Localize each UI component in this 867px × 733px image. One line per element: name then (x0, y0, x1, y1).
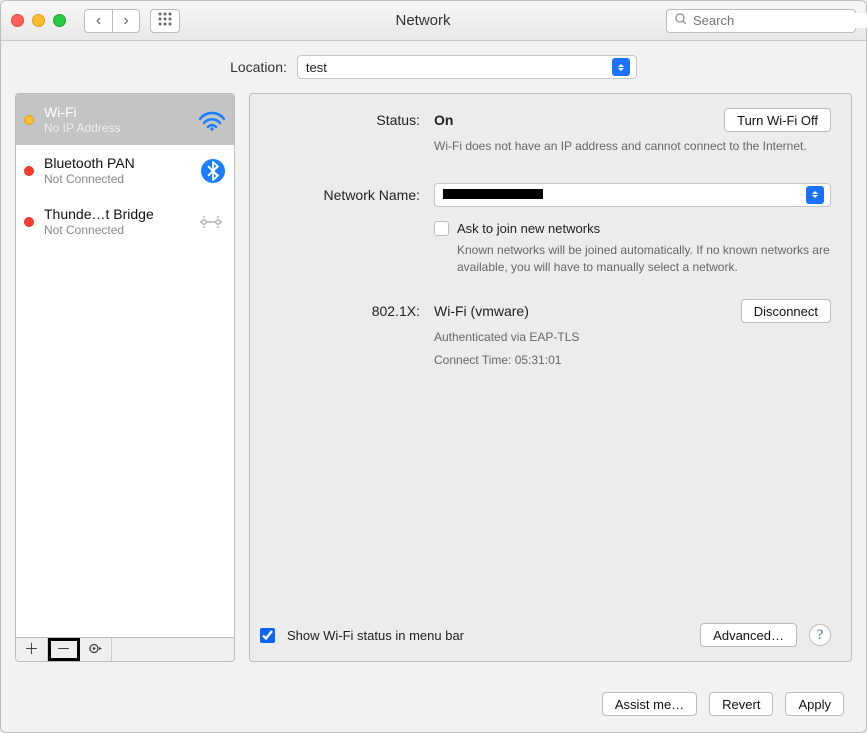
dot1x-value-group: Wi-Fi (vmware) Disconnect Authenticated … (434, 299, 831, 369)
service-texts: Wi-Fi No IP Address (44, 104, 188, 135)
advanced-button[interactable]: Advanced… (700, 623, 797, 647)
service-item-wifi[interactable]: Wi-Fi No IP Address (16, 94, 234, 145)
plus-icon: ＋ (24, 642, 39, 657)
search-input[interactable] (693, 13, 867, 28)
ask-to-join-label: Ask to join new networks (457, 221, 600, 236)
dot1x-row: 802.1X: Wi-Fi (vmware) Disconnect Authen… (260, 299, 831, 369)
status-dot (24, 166, 34, 176)
status-dot (24, 115, 34, 125)
window-footer: Assist me… Revert Apply (1, 676, 866, 732)
dot1x-auth-line: Authenticated via EAP-TLS (434, 329, 831, 346)
network-prefpane-window: ‹ › Network Location: test (0, 0, 867, 733)
detail-panel: Status: On Turn Wi-Fi Off Wi-Fi does not… (249, 93, 852, 662)
help-button[interactable]: ? (809, 624, 831, 646)
search-field[interactable] (666, 9, 856, 33)
zoom-button[interactable] (53, 14, 66, 27)
service-texts: Bluetooth PAN Not Connected (44, 155, 190, 186)
dot1x-disconnect-button[interactable]: Disconnect (741, 299, 831, 323)
service-toolbar: ＋ － (15, 638, 235, 662)
search-icon (675, 13, 687, 28)
grid-icon (158, 12, 172, 29)
back-button[interactable]: ‹ (84, 9, 112, 33)
show-in-menubar-label: Show Wi-Fi status in menu bar (287, 628, 464, 643)
gear-icon (88, 641, 103, 659)
wifi-icon (198, 109, 226, 131)
service-item-bluetooth[interactable]: Bluetooth PAN Not Connected (16, 145, 234, 196)
status-row: Status: On Turn Wi-Fi Off Wi-Fi does not… (260, 108, 831, 155)
ask-to-join-checkbox[interactable] (434, 221, 449, 236)
network-name-value (443, 187, 800, 202)
content-split: Wi-Fi No IP Address Bluetooth PAN Not Co (1, 93, 866, 676)
service-name: Wi-Fi (44, 104, 188, 121)
network-name-label: Network Name: (260, 183, 420, 203)
select-caret-icon (612, 58, 630, 76)
bluetooth-icon (200, 158, 226, 184)
service-item-thunderbolt-bridge[interactable]: Thunde…t Bridge Not Connected (16, 196, 234, 247)
network-name-row: Network Name: Ask to join new networks K… (260, 183, 831, 276)
close-button[interactable] (11, 14, 24, 27)
titlebar: ‹ › Network (1, 1, 866, 41)
sidebar: Wi-Fi No IP Address Bluetooth PAN Not Co (15, 93, 235, 662)
network-name-select[interactable] (434, 183, 831, 207)
location-select[interactable]: test (297, 55, 637, 79)
location-label: Location: (230, 59, 287, 75)
dot1x-profile: Wi-Fi (vmware) (434, 303, 529, 319)
thunderbolt-bridge-icon (196, 211, 226, 233)
location-bar: Location: test (1, 41, 866, 93)
dot1x-label: 802.1X: (260, 299, 420, 319)
redacted-block (443, 189, 543, 199)
assist-me-button[interactable]: Assist me… (602, 692, 697, 716)
forward-button[interactable]: › (112, 9, 140, 33)
show-all-button[interactable] (150, 9, 180, 33)
service-name: Thunde…t Bridge (44, 206, 186, 223)
show-in-menubar-checkbox[interactable] (260, 628, 275, 643)
minus-icon: － (56, 642, 71, 657)
chevron-right-icon: › (123, 12, 128, 30)
status-note: Wi-Fi does not have an IP address and ca… (434, 138, 831, 155)
window-title: Network (190, 12, 656, 29)
network-name-value-group: Ask to join new networks Known networks … (434, 183, 831, 276)
minimize-button[interactable] (32, 14, 45, 27)
service-action-menu[interactable] (80, 638, 112, 661)
nav-pair: ‹ › (84, 9, 140, 33)
service-sub: No IP Address (44, 121, 188, 135)
dot1x-time-line: Connect Time: 05:31:01 (434, 352, 831, 369)
service-sub: Not Connected (44, 172, 190, 186)
service-sub: Not Connected (44, 223, 186, 237)
detail-bottom-bar: Show Wi-Fi status in menu bar Advanced… … (260, 623, 831, 647)
status-label: Status: (260, 108, 420, 128)
toggle-wifi-button[interactable]: Turn Wi-Fi Off (724, 108, 831, 132)
service-name: Bluetooth PAN (44, 155, 190, 172)
apply-button[interactable]: Apply (785, 692, 844, 716)
add-service-button[interactable]: ＋ (16, 638, 48, 661)
service-list[interactable]: Wi-Fi No IP Address Bluetooth PAN Not Co (15, 93, 235, 638)
traffic-lights (11, 14, 66, 27)
select-caret-icon (806, 186, 824, 204)
status-dot (24, 217, 34, 227)
location-value: test (306, 60, 606, 75)
status-value: On (434, 112, 453, 128)
service-texts: Thunde…t Bridge Not Connected (44, 206, 186, 237)
remove-service-button[interactable]: － (48, 638, 80, 661)
chevron-left-icon: ‹ (96, 12, 101, 30)
ask-to-join-note: Known networks will be joined automatica… (457, 242, 831, 276)
revert-button[interactable]: Revert (709, 692, 773, 716)
status-value-group: On Turn Wi-Fi Off Wi-Fi does not have an… (434, 108, 831, 155)
